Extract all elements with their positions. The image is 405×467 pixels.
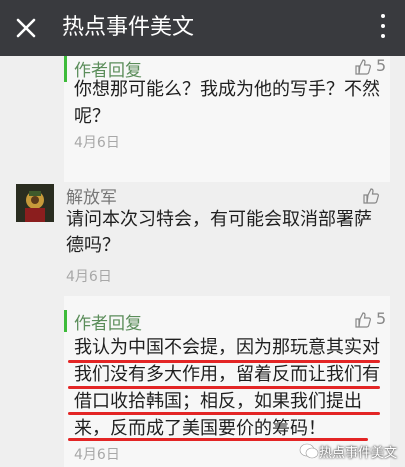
thumbs-up-icon[interactable] [362, 187, 380, 205]
top-bar: 热点事件美文 [0, 0, 405, 56]
article-comments-page: 热点事件美文 作者回复 5 你想那可能么？我成为他的写手？不然呢？ 4月6日 解… [0, 0, 405, 467]
author-reply-1: 作者回复 5 你想那可能么？我成为他的写手？不然呢？ 4月6日 [64, 56, 390, 182]
reply-accent-bar [64, 56, 67, 82]
reply-author: 作者回复 [74, 314, 142, 334]
thumbs-up-icon[interactable] [354, 58, 372, 76]
more-vertical-icon[interactable] [379, 14, 387, 42]
like-count: 5 [376, 56, 387, 75]
wechat-icon [299, 443, 319, 459]
page-title: 热点事件美文 [62, 15, 195, 40]
red-underline [68, 360, 380, 363]
watermark-text: 热点事件美文 [318, 445, 397, 461]
avatar[interactable] [16, 184, 54, 222]
red-underline [68, 386, 380, 389]
like-count: 5 [376, 309, 387, 328]
reply-text: 你想那可能么？我成为他的写手？不然呢？ [74, 79, 380, 127]
close-icon[interactable] [16, 18, 36, 38]
comment-author: 解放军 [66, 188, 117, 208]
comment-text: 请问本次习特会，有可能会取消部署萨德吗？ [66, 209, 372, 256]
comment-date: 4月6日 [66, 269, 112, 285]
thumbs-up-icon[interactable] [354, 311, 372, 329]
reply-date: 4月6日 [74, 447, 120, 463]
reply-accent-bar [64, 310, 67, 332]
red-underline [68, 412, 380, 415]
watermark: 热点事件美文 [299, 441, 397, 461]
reply-date: 4月6日 [74, 135, 120, 151]
